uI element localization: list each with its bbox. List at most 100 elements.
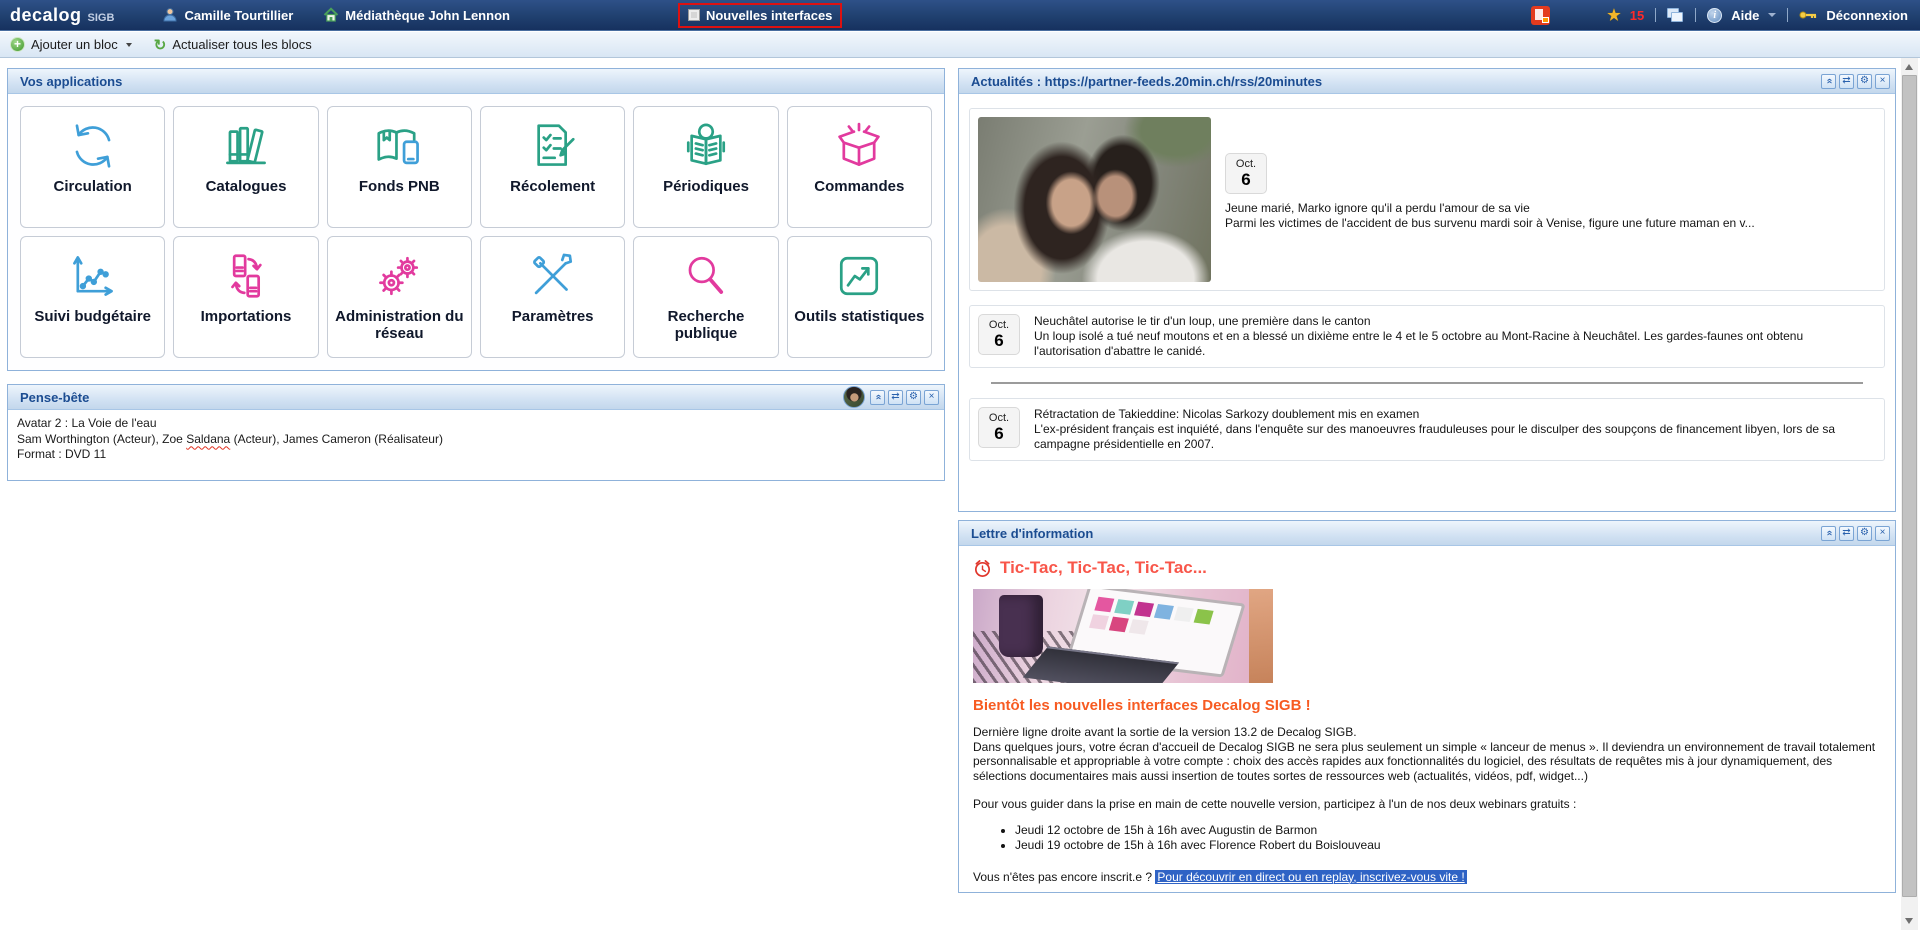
refresh-all-blocks-button[interactable]: ↻ Actualiser tous les blocs (154, 36, 312, 54)
scroll-down-arrow[interactable] (1905, 918, 1913, 924)
collapse-icon[interactable]: « (1821, 526, 1836, 541)
current-user[interactable]: Camille Tourtillier (162, 7, 293, 23)
note-text: Sam Worthington (Acteur), Zoe (17, 432, 186, 446)
notification-count[interactable]: 15 (1630, 8, 1644, 23)
logo-suffix: SIGB (88, 12, 115, 24)
tile-label: Administration du réseau (328, 309, 471, 343)
star-favorites-icon[interactable]: ★ (1607, 6, 1620, 24)
plus-icon: + (10, 37, 25, 52)
date-day: 6 (979, 331, 1019, 351)
decor (999, 595, 1043, 657)
panel-title: Actualités : https://partner-feeds.20min… (971, 74, 1821, 89)
scrollbar-thumb[interactable] (1902, 75, 1917, 897)
webinar-list: Jeudi 12 octobre de 15h à 16h avec Augus… (1015, 823, 1881, 853)
newsletter-paragraph: Dans quelques jours, votre écran d'accue… (973, 740, 1881, 784)
logout-button[interactable]: Déconnexion (1826, 8, 1908, 23)
app-tile-recherche-publique[interactable]: Recherche publique (633, 236, 778, 358)
info-icon: i (1707, 8, 1722, 23)
newsletter-image (973, 589, 1273, 683)
outro-text: Vous n'êtes pas encore inscrit.e ? (973, 870, 1155, 884)
tile-label: Circulation (53, 179, 131, 196)
news-panel: Actualités : https://partner-feeds.20min… (958, 68, 1896, 512)
news-summary: L'ex-président français est inquiété, da… (1034, 422, 1846, 452)
news-title[interactable]: Jeune marié, Marko ignore qu'il a perdu … (1225, 201, 1755, 216)
app-tile-commandes[interactable]: Commandes (787, 106, 932, 228)
app-tile-importations[interactable]: Importations (173, 236, 318, 358)
scroll-up-arrow[interactable] (1905, 64, 1913, 70)
refresh-icon: ↻ (154, 36, 167, 54)
tile-label: Catalogues (206, 179, 287, 196)
close-icon[interactable]: × (924, 390, 939, 405)
notes-content[interactable]: Avatar 2 : La Voie de l'eau Sam Worthing… (8, 410, 944, 480)
app-tile-suivi-budgetaire[interactable]: Suivi budgétaire (20, 236, 165, 358)
divider (1655, 8, 1656, 22)
blocks-toolbar: + Ajouter un bloc ↻ Actualiser tous les … (0, 32, 1920, 58)
news-item[interactable]: Oct. 6 Rétractation de Takieddine: Nicol… (969, 398, 1885, 461)
current-library[interactable]: Médiathèque John Lennon (323, 7, 510, 23)
app-tile-fonds-pnb[interactable]: Fonds PNB (327, 106, 472, 228)
notes-panel-header[interactable]: Pense-bête « ⇄ ⚙ × (8, 385, 944, 410)
news-title[interactable]: Rétractation de Takieddine: Nicolas Sark… (1034, 407, 1846, 422)
news-title[interactable]: Neuchâtel autorise le tir d'un loup, une… (1034, 314, 1846, 329)
app-tile-recolement[interactable]: Récolement (480, 106, 625, 228)
tile-label: Périodiques (663, 179, 749, 196)
gear-icon[interactable]: ⚙ (1857, 74, 1872, 89)
app-logo[interactable]: decalog SIGB (10, 5, 114, 26)
panel-controls: « ⇄ ⚙ × (1821, 74, 1890, 89)
refresh-icon[interactable]: ⇄ (888, 390, 903, 405)
book-device-icon (372, 119, 426, 173)
news-summary: Un loup isolé a tué neuf moutons et en a… (1034, 329, 1846, 359)
app-tile-administration-reseau[interactable]: Administration du réseau (327, 236, 472, 358)
stats-box-icon (832, 249, 886, 303)
tile-label: Fonds PNB (359, 179, 440, 196)
app-tile-periodiques[interactable]: Périodiques (633, 106, 778, 228)
tile-label: Recherche publique (634, 309, 777, 343)
newsletter-panel-header[interactable]: Lettre d'information « ⇄ ⚙ × (959, 521, 1895, 546)
refresh-all-label: Actualiser tous les blocs (172, 37, 311, 52)
gear-icon[interactable]: ⚙ (906, 390, 921, 405)
chevron-down-icon[interactable] (1768, 13, 1776, 17)
close-icon[interactable]: × (1875, 526, 1890, 541)
open-box-icon (832, 119, 886, 173)
news-photo (978, 117, 1211, 282)
list-item: Jeudi 19 octobre de 15h à 16h avec Flore… (1015, 838, 1881, 853)
new-interfaces-toggle[interactable]: Nouvelles interfaces (678, 3, 842, 28)
news-item-content: Rétractation de Takieddine: Nicolas Sark… (1034, 407, 1846, 452)
gears-icon (372, 249, 426, 303)
gear-icon[interactable]: ⚙ (1857, 526, 1872, 541)
divider (1787, 8, 1788, 22)
add-block-label: Ajouter un bloc (31, 37, 118, 52)
crossed-tools-icon (526, 249, 580, 303)
stacked-windows-icon[interactable] (1667, 8, 1684, 23)
app-tile-parametres[interactable]: Paramètres (480, 236, 625, 358)
app-tile-outils-statistiques[interactable]: Outils statistiques (787, 236, 932, 358)
news-item[interactable]: Oct. 6 Neuchâtel autorise le tir d'un lo… (969, 305, 1885, 368)
note-text: (Acteur), James Cameron (Réalisateur) (230, 432, 443, 446)
collapse-icon[interactable]: « (870, 390, 885, 405)
app-tile-circulation[interactable]: Circulation (20, 106, 165, 228)
help-menu[interactable]: Aide (1731, 8, 1759, 23)
newsletter-panel: Lettre d'information « ⇄ ⚙ × Tic-Tac, Ti… (958, 520, 1896, 893)
list-item: Jeudi 12 octobre de 15h à 16h avec Augus… (1015, 823, 1881, 838)
note-line: Avatar 2 : La Voie de l'eau (17, 416, 935, 432)
app-tile-catalogues[interactable]: Catalogues (173, 106, 318, 228)
applications-panel-header[interactable]: Vos applications (8, 69, 944, 94)
tile-label: Commandes (814, 179, 904, 196)
logo-text: decalog (10, 5, 82, 26)
refresh-icon[interactable]: ⇄ (1839, 526, 1854, 541)
new-interfaces-checkbox[interactable] (688, 9, 700, 21)
home-icon (323, 7, 339, 23)
signup-link[interactable]: Pour découvrir en direct ou en replay, i… (1155, 870, 1466, 884)
collapse-icon[interactable]: « (1821, 74, 1836, 89)
news-item[interactable]: Oct. 6 Jeune marié, Marko ignore qu'il a… (969, 108, 1885, 291)
news-panel-header[interactable]: Actualités : https://partner-feeds.20min… (959, 69, 1895, 94)
note-line: Sam Worthington (Acteur), Zoe Saldana (A… (17, 432, 935, 448)
close-icon[interactable]: × (1875, 74, 1890, 89)
date-badge: Oct. 6 (978, 407, 1020, 448)
user-name: Camille Tourtillier (184, 8, 293, 23)
vertical-scrollbar[interactable] (1901, 58, 1918, 930)
refresh-icon[interactable]: ⇄ (1839, 74, 1854, 89)
newsletter-paragraph: Pour vous guider dans la prise en main d… (973, 797, 1881, 812)
add-block-button[interactable]: + Ajouter un bloc (10, 37, 132, 52)
exit-app-icon[interactable] (1531, 6, 1550, 25)
